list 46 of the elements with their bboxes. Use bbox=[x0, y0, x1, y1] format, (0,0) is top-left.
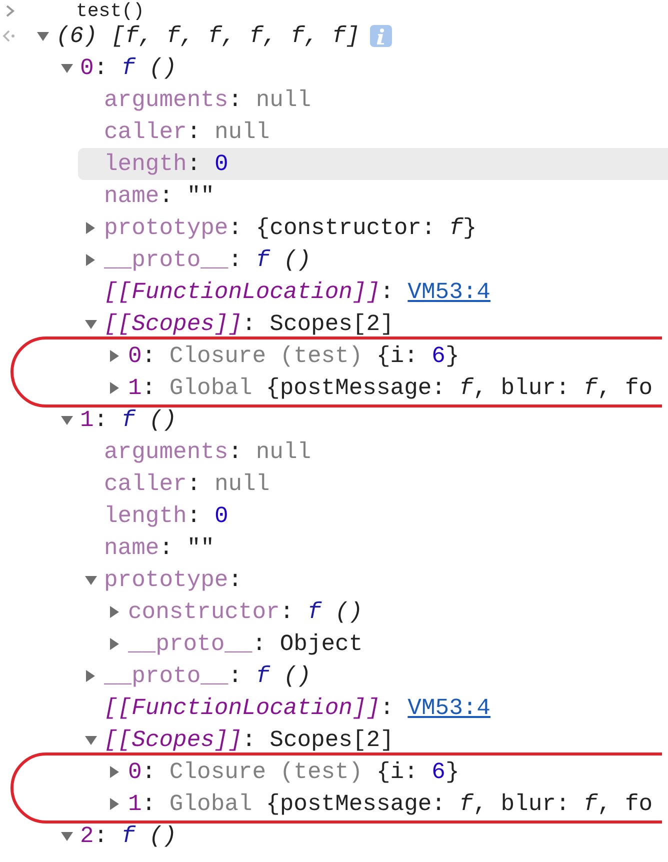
tree-item[interactable]: length: 0 bbox=[78, 148, 668, 180]
tree-item[interactable]: name: "" bbox=[78, 532, 668, 564]
info-icon bbox=[370, 25, 392, 47]
tree-item[interactable]: constructor: f () bbox=[102, 596, 668, 628]
tree-item[interactable]: __proto__: f () bbox=[78, 244, 668, 276]
tree-item[interactable]: [[FunctionLocation]]: VM53:4 bbox=[78, 692, 668, 724]
tree-item[interactable]: arguments: null bbox=[78, 436, 668, 468]
tree-item[interactable]: 0: Closure (test) {i: 6} bbox=[102, 340, 668, 372]
expand-triangle-icon[interactable] bbox=[108, 381, 120, 395]
collapse-triangle-icon[interactable] bbox=[60, 62, 74, 74]
tree-item[interactable]: 1: Global {postMessage: f, blur: f, fo bbox=[102, 788, 668, 820]
tree-item[interactable]: name: "" bbox=[78, 180, 668, 212]
tree-item[interactable]: (6) [f, f, f, f, f, f] bbox=[30, 20, 668, 52]
tree-item[interactable]: [[Scopes]]: Scopes[2] bbox=[78, 724, 668, 756]
tree-item[interactable]: [[Scopes]]: Scopes[2] bbox=[78, 308, 668, 340]
expand-triangle-icon[interactable] bbox=[84, 253, 96, 267]
tree-item[interactable]: prototype: {constructor: f} bbox=[78, 212, 668, 244]
collapse-triangle-icon[interactable] bbox=[60, 830, 74, 842]
collapse-triangle-icon[interactable] bbox=[84, 574, 98, 586]
tree-item[interactable]: 0: f () bbox=[54, 52, 668, 84]
expand-triangle-icon[interactable] bbox=[108, 605, 120, 619]
command-text: test() bbox=[76, 2, 144, 20]
collapse-triangle-icon[interactable] bbox=[84, 734, 98, 746]
expand-triangle-icon[interactable] bbox=[108, 349, 120, 363]
tree-item[interactable]: 1: f () bbox=[54, 404, 668, 436]
collapse-triangle-icon[interactable] bbox=[60, 414, 74, 426]
expand-triangle-icon[interactable] bbox=[108, 797, 120, 811]
tree-item[interactable]: 0: Closure (test) {i: 6} bbox=[102, 756, 668, 788]
collapse-triangle-icon[interactable] bbox=[36, 30, 50, 42]
expand-triangle-icon[interactable] bbox=[84, 221, 96, 235]
collapse-triangle-icon[interactable] bbox=[84, 318, 98, 330]
tree-item[interactable]: 2: f () bbox=[54, 820, 668, 852]
tree-item[interactable]: caller: null bbox=[78, 116, 668, 148]
expand-triangle-icon[interactable] bbox=[108, 637, 120, 651]
tree-item[interactable]: prototype: bbox=[78, 564, 668, 596]
tree-item[interactable]: caller: null bbox=[78, 468, 668, 500]
tree-item[interactable]: arguments: null bbox=[78, 84, 668, 116]
tree-item[interactable]: length: 0 bbox=[78, 500, 668, 532]
expand-triangle-icon[interactable] bbox=[108, 765, 120, 779]
return-arrow-icon bbox=[2, 29, 16, 43]
tree-item[interactable]: __proto__: Object bbox=[102, 628, 668, 660]
tree-item[interactable]: __proto__: f () bbox=[78, 660, 668, 692]
prompt-icon bbox=[4, 4, 16, 18]
tree-item[interactable]: [[FunctionLocation]]: VM53:4 bbox=[78, 276, 668, 308]
tree-item[interactable]: 1: Global {postMessage: f, blur: f, fo bbox=[102, 372, 668, 404]
expand-triangle-icon[interactable] bbox=[84, 669, 96, 683]
